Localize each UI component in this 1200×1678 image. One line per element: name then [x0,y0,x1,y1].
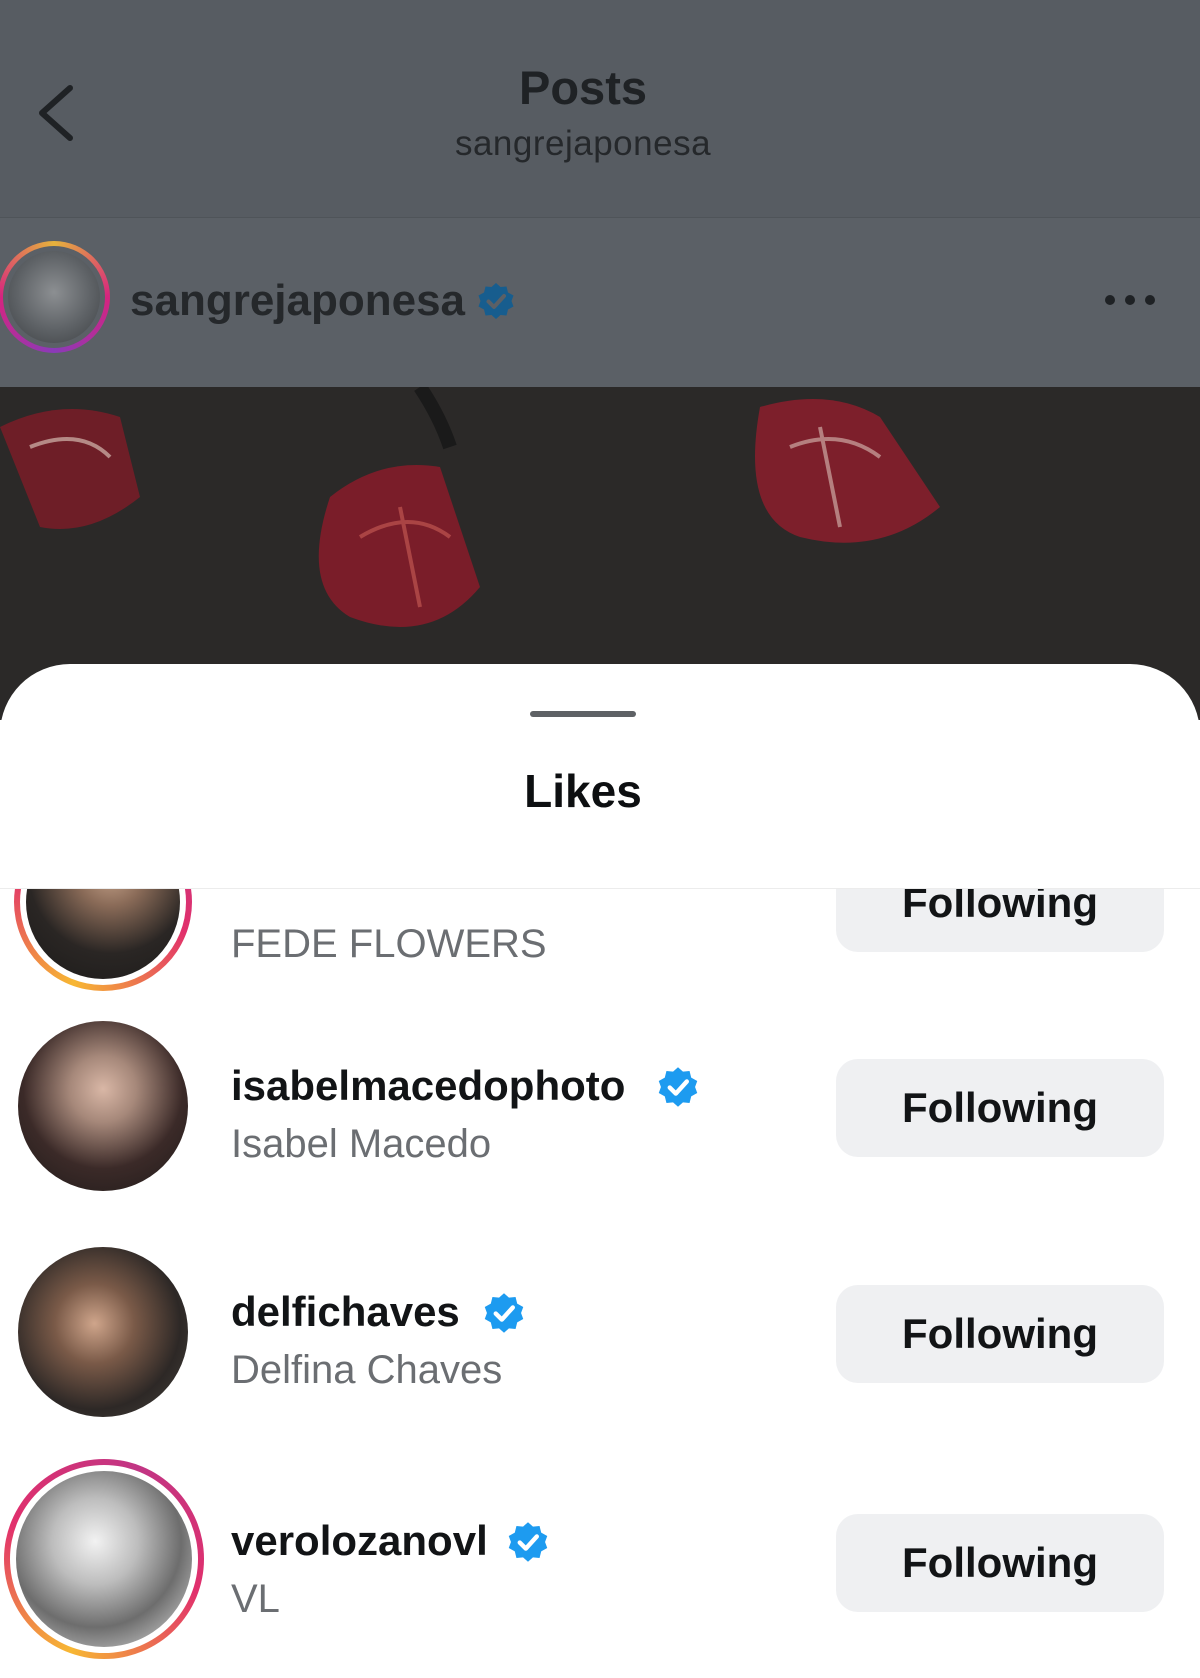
avatar[interactable] [14,1243,192,1421]
full-name: Isabel Macedo [231,1122,492,1166]
post-author-username[interactable]: sangrejaponesa [130,276,465,326]
sheet-title: Likes [524,765,642,817]
page-title: Posts [519,61,647,114]
avatar[interactable] [4,1459,204,1659]
full-name: VL [231,1577,280,1621]
sheet-drag-handle[interactable] [530,711,636,717]
following-button[interactable]: Following [836,1059,1164,1157]
more-options-icon[interactable] [1100,280,1160,320]
username[interactable]: delfichaves [231,1288,460,1336]
likes-bottom-sheet: Likes FEDE FLOWERS Following isabelmaced… [0,664,1200,1678]
likes-list[interactable]: FEDE FLOWERS Following isabelmacedophoto… [0,889,1200,1678]
post-author-avatar[interactable] [0,241,110,353]
verified-badge-icon [478,283,514,319]
following-button[interactable]: Following [836,1285,1164,1383]
list-item[interactable]: isabelmacedophoto Isabel Macedo Followin… [0,1017,1200,1217]
list-item[interactable]: verolozanovl VL Following [0,1459,1200,1659]
posts-page-background: Posts sangrejaponesa sangrejaponesa [0,0,1200,720]
list-item[interactable]: FEDE FLOWERS Following [0,889,1200,1003]
following-button[interactable]: Following [836,889,1164,952]
following-button[interactable]: Following [836,1514,1164,1612]
username[interactable]: verolozanovl [231,1517,488,1565]
top-navigation-bar: Posts sangrejaponesa [0,0,1200,218]
avatar[interactable] [14,1017,192,1195]
avatar[interactable] [14,889,192,991]
page-subtitle: sangrejaponesa [454,124,712,163]
username[interactable]: isabelmacedophoto [231,1062,625,1110]
full-name: FEDE FLOWERS [231,922,547,966]
verified-badge-icon [508,1522,548,1562]
full-name: Delfina Chaves [231,1348,503,1392]
verified-badge-icon [658,1067,698,1107]
verified-badge-icon [484,1293,524,1333]
list-item[interactable]: delfichaves Delfina Chaves Following [0,1243,1200,1443]
